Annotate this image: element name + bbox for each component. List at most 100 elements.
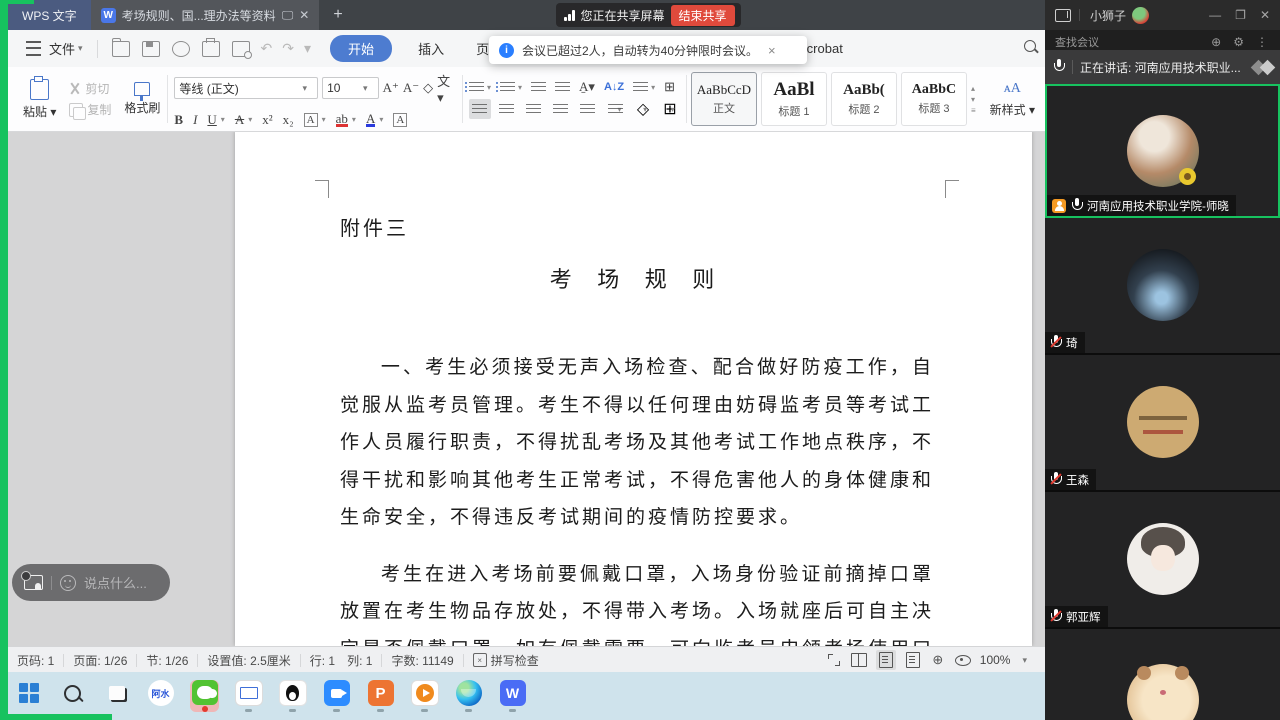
zoom-dropdown-icon[interactable]: ▾ [1022, 655, 1027, 666]
toast-close-icon[interactable]: × [768, 43, 776, 58]
menu-icon[interactable] [26, 41, 41, 56]
stamp-app-button[interactable] [234, 680, 263, 712]
web-view-icon[interactable]: ⊕ [930, 652, 946, 668]
highlight-button[interactable]: ab [336, 113, 348, 127]
ashui-app-button[interactable]: 阿水 [146, 680, 175, 712]
styles-down-icon[interactable]: ▾ [971, 95, 976, 104]
document-tab[interactable]: W 考场规则、国...理办法等资料 🖵 ✕ [91, 0, 320, 30]
styles-up-icon[interactable]: ▴ [971, 84, 976, 93]
distribute-button[interactable] [577, 99, 599, 119]
justify-button[interactable] [550, 99, 572, 119]
document-page[interactable]: 附件三 考 场 规 则 一、考生必须接受无声入场检查、配合做好防疫工作，自觉服从… [235, 131, 1032, 646]
border-button[interactable]: ⊞▾ [658, 99, 680, 119]
wps-app-tab[interactable]: WPS 文字 [8, 0, 91, 30]
style-heading3[interactable]: AaBbC 标题 3 [901, 72, 967, 126]
copy-button[interactable]: 复制 [69, 101, 111, 118]
para-mark-icon[interactable] [633, 82, 648, 93]
task-view-button[interactable] [102, 680, 131, 712]
circle-char-button[interactable]: A [304, 113, 318, 127]
save-icon[interactable] [142, 41, 160, 57]
paste-button[interactable]: 粘贴 ▾ [16, 79, 63, 120]
add-icon[interactable]: ⊕ [1211, 30, 1221, 50]
find-meeting-label[interactable]: 查找会议 [1055, 30, 1099, 50]
shading-button[interactable]: ◇▾ [631, 99, 653, 119]
wps-writer-button[interactable]: W [498, 680, 527, 712]
shrink-font-button[interactable]: A⁻ [403, 80, 419, 96]
meeting-chat-bar[interactable]: 说点什么... [12, 564, 170, 601]
drag-handle-icon[interactable] [1251, 57, 1277, 79]
styles-more-icon[interactable]: ≡ [971, 106, 976, 115]
output-icon[interactable] [172, 41, 190, 57]
redo-icon[interactable]: ↷ [282, 40, 294, 57]
align-center-button[interactable] [496, 99, 518, 119]
new-tab-button[interactable]: + [319, 0, 356, 30]
chat-input-placeholder[interactable]: 说点什么... [84, 573, 147, 592]
clear-format-icon[interactable]: ◇ [423, 80, 433, 96]
wechat-button[interactable] [190, 680, 219, 712]
underline-button[interactable]: U [207, 112, 216, 128]
new-style-button[interactable]: ᴀA 新样式 ▾ [980, 81, 1045, 118]
italic-button[interactable]: I [193, 112, 197, 128]
subscript-button[interactable]: x₂ [283, 112, 294, 128]
bold-button[interactable]: B [174, 112, 183, 128]
tab-insert[interactable]: 插入 [402, 39, 460, 58]
participant-tile[interactable]: 琦 [1045, 218, 1280, 355]
char-border-button[interactable]: A [393, 113, 407, 127]
two-page-view-icon[interactable] [851, 652, 867, 668]
maximize-icon[interactable]: ❐ [1235, 8, 1246, 22]
wps-presentation-button[interactable]: P [366, 680, 395, 712]
participant-tile[interactable]: 郭亚辉 [1045, 492, 1280, 629]
document-content[interactable]: 附件三 考 场 规 则 一、考生必须接受无声入场检查、配合做好防疫工作，自觉服从… [340, 131, 934, 646]
text-direction-icon[interactable]: A̱▾ [579, 79, 595, 95]
number-list-icon[interactable] [500, 82, 515, 93]
font-family-select[interactable]: 等线 (正文)▾ [174, 77, 318, 99]
tab-home[interactable]: 开始 [330, 35, 392, 62]
table-convert-icon[interactable]: ⊞ [664, 79, 675, 95]
align-right-button[interactable] [523, 99, 545, 119]
emoji-icon[interactable] [60, 575, 76, 591]
search-icon[interactable] [1024, 40, 1036, 52]
grow-font-button[interactable]: A⁺ [383, 80, 399, 96]
eye-protect-icon[interactable] [955, 652, 971, 668]
line-spacing-button[interactable]: ▾ [604, 99, 626, 119]
taskbar-search-button[interactable] [58, 680, 87, 712]
qq-button[interactable] [278, 680, 307, 712]
increase-indent-icon[interactable] [555, 82, 570, 93]
print-preview-icon[interactable] [232, 41, 250, 57]
hide-video-icon[interactable] [24, 575, 43, 590]
outline-view-icon[interactable] [905, 652, 921, 668]
file-menu[interactable]: 文件 [49, 39, 75, 58]
style-normal[interactable]: AaBbCcD 正文 [691, 72, 757, 126]
superscript-button[interactable]: x² [262, 112, 272, 128]
minimize-icon[interactable]: — [1209, 8, 1221, 22]
participant-tile[interactable]: 王森 [1045, 355, 1280, 492]
start-button[interactable] [14, 680, 43, 712]
strikethrough-button[interactable]: A [235, 112, 244, 128]
font-size-select[interactable]: 10▾ [322, 77, 379, 99]
style-heading2[interactable]: AaBb( 标题 2 [831, 72, 897, 126]
quickbar-more-icon[interactable]: ▾ [304, 40, 311, 57]
media-player-button[interactable] [410, 680, 439, 712]
spell-check-button[interactable]: × 拼写检查 [464, 652, 548, 669]
format-painter-button[interactable]: 格式刷 [117, 82, 167, 116]
participant-tile[interactable] [1045, 629, 1280, 720]
page-view-icon[interactable] [876, 650, 896, 670]
zoom-level[interactable]: 100% [980, 653, 1011, 667]
status-word-count[interactable]: 字数: 11149 [382, 652, 462, 669]
bullet-list-icon[interactable] [469, 82, 484, 93]
align-left-button[interactable] [469, 99, 491, 119]
print-icon[interactable] [202, 41, 220, 57]
share-doc-icon[interactable]: 🖵 [282, 8, 294, 23]
open-icon[interactable] [112, 41, 130, 57]
fullscreen-icon[interactable] [826, 652, 842, 668]
more-icon[interactable]: ⋮ [1256, 30, 1268, 50]
tencent-meeting-button[interactable] [322, 680, 351, 712]
font-color-button[interactable]: A [366, 113, 375, 127]
decrease-indent-icon[interactable] [531, 82, 546, 93]
cut-button[interactable]: 剪切 [69, 80, 111, 97]
end-share-button[interactable]: 结束共享 [671, 5, 735, 26]
close-icon[interactable]: ✕ [1260, 8, 1270, 22]
pinyin-icon[interactable]: 文▾ [437, 71, 456, 106]
sort-icon[interactable]: A↓Z [604, 81, 624, 93]
undo-icon[interactable]: ↶ [261, 40, 273, 57]
